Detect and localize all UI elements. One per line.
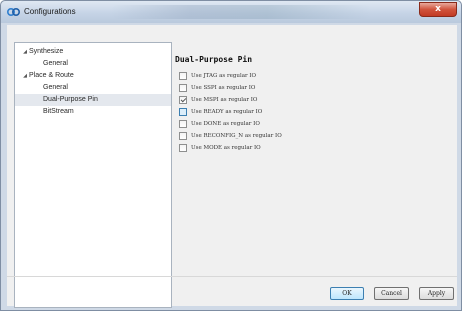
- option-done[interactable]: Use DONE as regular IO: [179, 119, 260, 130]
- tree-item-place-route-general[interactable]: General: [43, 82, 68, 94]
- settings-tree: ◢ Synthesize General ◢ Place & Route Gener…: [14, 42, 172, 308]
- mspi-checkbox[interactable]: [179, 96, 187, 104]
- page-title: Dual-Purpose Pin: [175, 55, 253, 64]
- footer-divider: [7, 276, 457, 277]
- option-label: Use MSPI as regular IO: [191, 97, 258, 103]
- tree-item-label: Dual-Purpose Pin: [43, 96, 98, 103]
- option-reconfig-n[interactable]: Use RECONFIG_N as regular IO: [179, 131, 282, 142]
- close-button[interactable]: x: [419, 2, 457, 17]
- tree-item-synthesize-general[interactable]: General: [43, 58, 68, 70]
- option-label: Use RECONFIG_N as regular IO: [191, 133, 282, 139]
- tree-item-label: General: [43, 60, 68, 67]
- done-checkbox[interactable]: [179, 120, 187, 128]
- title-bar-glass: [111, 5, 371, 19]
- app-icon: [7, 8, 20, 16]
- option-label: Use READY as regular IO: [191, 109, 263, 115]
- tree-item-label: General: [43, 84, 68, 91]
- option-mspi[interactable]: Use MSPI as regular IO: [179, 95, 257, 106]
- option-label: Use SSPI as regular IO: [191, 85, 256, 91]
- dialog-body: ◢ Synthesize General ◢ Place & Route Gener…: [7, 25, 457, 308]
- title-bar[interactable]: Configurations x: [1, 1, 461, 23]
- tree-item-label: BitStream: [43, 108, 74, 115]
- tree-item-label: Place & Route: [29, 72, 74, 79]
- jtag-checkbox[interactable]: [179, 72, 187, 80]
- expand-arrow-icon[interactable]: ◢: [21, 70, 29, 82]
- reconfig-n-checkbox[interactable]: [179, 132, 187, 140]
- configurations-window: Configurations x ◢ Synthesize General ◢ Pl…: [0, 0, 462, 311]
- option-sspi[interactable]: Use SSPI as regular IO: [179, 83, 255, 94]
- option-label: Use DONE as regular IO: [191, 121, 260, 127]
- option-mode[interactable]: Use MODE as regular IO: [179, 143, 261, 154]
- expand-arrow-icon[interactable]: ◢: [21, 46, 29, 58]
- window-title: Configurations: [24, 7, 76, 16]
- ready-checkbox[interactable]: [179, 108, 187, 116]
- apply-button[interactable]: Apply: [419, 287, 454, 300]
- tree-item-synthesize[interactable]: ◢ Synthesize: [21, 46, 63, 58]
- close-icon: x: [435, 4, 441, 14]
- sspi-checkbox[interactable]: [179, 84, 187, 92]
- option-ready[interactable]: Use READY as regular IO: [179, 107, 262, 118]
- cancel-button[interactable]: Cancel: [374, 287, 409, 300]
- option-jtag[interactable]: Use JTAG as regular IO: [179, 71, 256, 82]
- option-label: Use MODE as regular IO: [191, 145, 261, 151]
- option-label: Use JTAG as regular IO: [191, 73, 257, 79]
- mode-checkbox[interactable]: [179, 144, 187, 152]
- ok-button[interactable]: OK: [330, 287, 364, 300]
- tree-item-bitstream[interactable]: BitStream: [43, 106, 74, 118]
- tree-item-label: Synthesize: [29, 48, 64, 55]
- tree-item-dual-purpose-pin[interactable]: Dual-Purpose Pin: [15, 94, 171, 106]
- tree-item-place-route[interactable]: ◢ Place & Route: [21, 70, 74, 82]
